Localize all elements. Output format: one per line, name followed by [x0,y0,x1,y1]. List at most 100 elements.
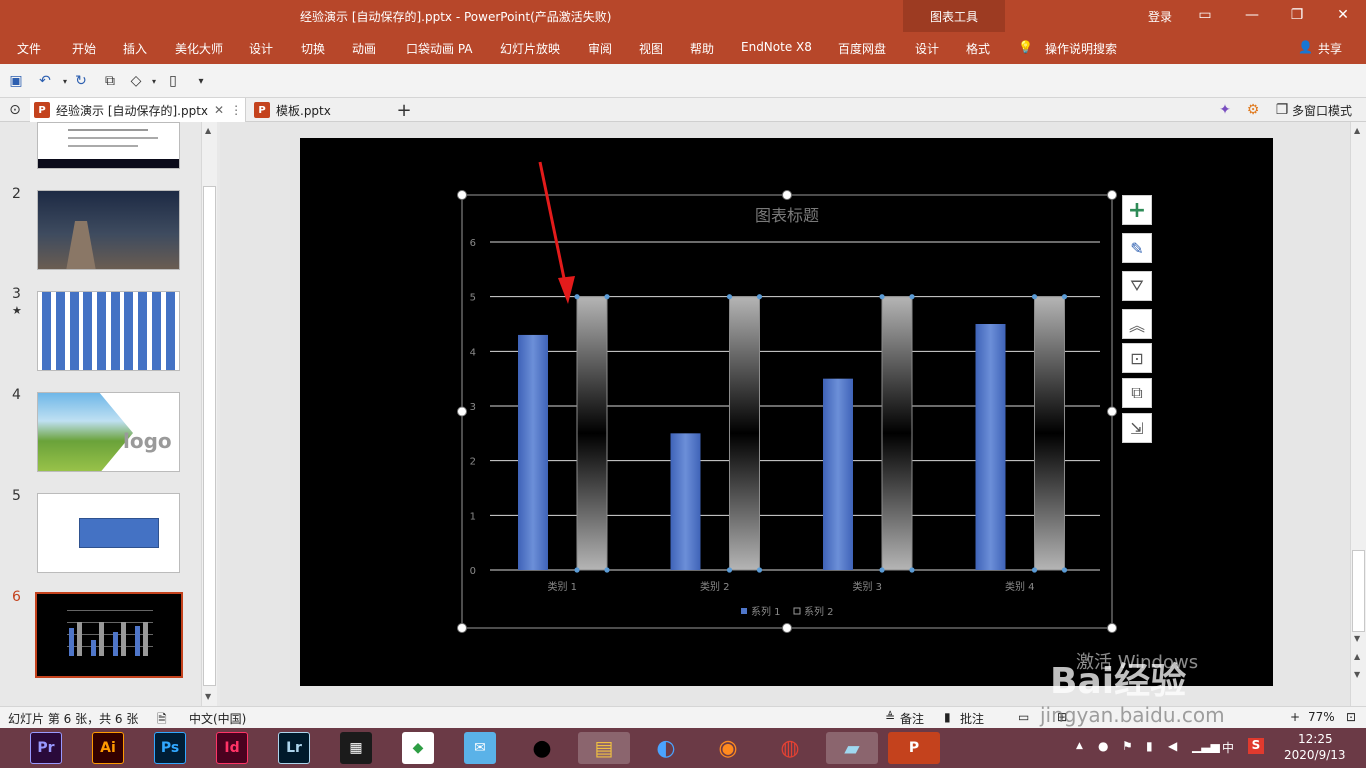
bar-series-2[interactable] [1034,296,1065,571]
next-slide-icon[interactable]: ▼ [1354,670,1360,679]
slide-thumbnail-2[interactable] [37,190,180,270]
layout-up-icon[interactable]: ︽ [1122,309,1152,339]
present-icon[interactable]: ⧉ [101,72,119,90]
thumbnail-scrollbar[interactable]: ▲ ▼ [201,122,217,706]
series-selection-handle[interactable] [574,567,580,573]
scroll-down-icon[interactable]: ▼ [1354,634,1360,643]
tab-home[interactable]: 开始 [72,40,96,57]
tab-document-template[interactable]: P 模板.pptx [250,98,390,122]
chart-elements-button[interactable]: + [1122,195,1152,225]
chart-resize-handle[interactable] [1107,406,1117,417]
series-selection-handle[interactable] [1031,294,1038,300]
tab-baidu-netdisk[interactable]: 百度网盘 [838,40,886,57]
chart-filters-button[interactable]: ⛛ [1122,271,1152,301]
tray-wifi-icon[interactable]: ▁▃▅ [1192,739,1220,753]
scroll-up-icon[interactable]: ▲ [205,126,211,135]
tab-file[interactable]: 文件 [17,40,41,57]
series-selection-handle[interactable] [1061,567,1068,573]
series-selection-handle[interactable] [879,294,885,300]
bar-series-1[interactable] [975,324,1006,570]
tab-view[interactable]: 视图 [639,40,663,57]
comment-icon[interactable]: ▮ [944,710,951,724]
chart-resize-handle[interactable] [1107,190,1117,200]
indesign-icon[interactable]: Id [216,732,248,764]
chart-resize-handle[interactable] [1107,623,1117,633]
tray-battery-icon[interactable]: ▮ [1146,739,1153,753]
notes-icon[interactable]: ≜ [885,710,895,724]
series-selection-handle[interactable] [1031,567,1038,573]
qq-icon[interactable]: ● [526,732,558,764]
slide-thumbnail-4[interactable]: logo [37,392,180,472]
video-editor-icon[interactable]: ▦ [340,732,372,764]
tab-insert[interactable]: 插入 [123,40,147,57]
tab-document-active[interactable]: P 经验演示 [自动保存的].pptx ✕ ⋮ [30,98,246,122]
tab-design[interactable]: 设计 [249,40,273,57]
tab-chart-format[interactable]: 格式 [966,40,990,57]
restore-icon[interactable]: ❐ [1285,4,1309,26]
tray-volume-icon[interactable]: ◀ [1168,739,1177,753]
bar-series-1[interactable] [823,378,853,570]
tab-review[interactable]: 审阅 [588,40,612,57]
bar-series-1[interactable] [518,334,548,570]
tray-network-alert-icon[interactable]: ⚑ [1122,739,1133,753]
slide-thumbnail-1[interactable] [37,122,180,169]
bar-series-2[interactable] [881,296,913,571]
series-selection-handle[interactable] [909,294,915,300]
tab-list-icon[interactable]: ⊙ [6,101,24,119]
undo-icon[interactable]: ↶ [36,72,54,90]
resize-icon[interactable]: ⇲ [1122,413,1152,443]
media-app-icon[interactable]: ◉ [712,732,744,764]
series-selection-handle[interactable] [726,567,733,573]
series-selection-handle[interactable] [756,294,763,300]
add-tab-icon[interactable]: + [395,100,413,121]
tray-expand-icon[interactable]: ▲ [1076,741,1083,751]
tab-beautify[interactable]: 美化大师 [175,40,223,57]
customize-qat-icon[interactable]: ▾ [192,72,210,90]
chat-app-icon[interactable]: ✉ [464,732,496,764]
login-button[interactable]: 登录 [1148,8,1172,25]
align-center-icon[interactable]: ⊡ [1122,343,1152,373]
file-explorer-icon[interactable]: ▤ [578,732,630,764]
series-selection-handle[interactable] [909,567,915,573]
slide-thumbnail-5[interactable] [37,493,180,573]
illustrator-icon[interactable]: Ai [92,732,124,764]
new-file-icon[interactable]: ▯ [164,72,182,90]
tab-endnote[interactable]: EndNote X8 [741,40,812,54]
tab-slideshow[interactable]: 幻灯片放映 [500,40,560,57]
series-selection-handle[interactable] [879,567,885,573]
zoom-level[interactable]: 77% [1308,710,1335,724]
thumbnail-scroll-thumb[interactable] [203,186,216,686]
tab-chart-design[interactable]: 设计 [915,40,939,57]
chart-styles-button[interactable]: ✎ [1122,233,1152,263]
tray-qq-icon[interactable]: ● [1098,739,1108,753]
notes-button[interactable]: 备注 [900,710,924,727]
color-app-icon[interactable]: ◆ [402,732,434,764]
save-icon[interactable]: ▣ [7,72,25,90]
tab-animations[interactable]: 动画 [352,40,376,57]
chart-title[interactable]: 图表标题 [755,206,819,225]
tab-transitions[interactable]: 切换 [301,40,325,57]
tell-me-search[interactable]: 操作说明搜索 [1045,40,1117,57]
photoshop-icon[interactable]: Ps [154,732,186,764]
bar-series-1[interactable] [670,433,701,570]
arrange-icon[interactable]: ⧉ [1122,378,1152,408]
powerpoint-icon[interactable]: P [888,732,940,764]
notes-app-icon[interactable]: ▰ [826,732,878,764]
close-icon[interactable]: ✕ [1331,4,1355,26]
share-button[interactable]: 共享 [1318,40,1342,57]
tab-help[interactable]: 帮助 [690,40,714,57]
redo-icon[interactable]: ↻ [72,72,90,90]
chart-resize-handle[interactable] [782,190,792,200]
ribbon-display-icon[interactable]: ▭ [1193,4,1217,26]
series-selection-handle[interactable] [604,567,610,573]
chart-resize-handle[interactable] [457,406,467,417]
slide-thumbnail-6[interactable] [35,592,183,678]
tab-menu-icon[interactable]: ⋮ [230,103,242,117]
canvas-scrollbar[interactable]: ▲ ▼ ▲ ▼ [1350,122,1366,706]
browser-icon[interactable]: ◐ [650,732,682,764]
shapes-icon[interactable]: ◇ [127,72,145,90]
shapes-dropdown-icon[interactable]: ▾ [145,72,163,90]
chart-resize-handle[interactable] [782,623,792,633]
fit-slide-icon[interactable]: ⊡ [1346,710,1356,724]
slide-thumbnail-3[interactable] [37,291,180,371]
